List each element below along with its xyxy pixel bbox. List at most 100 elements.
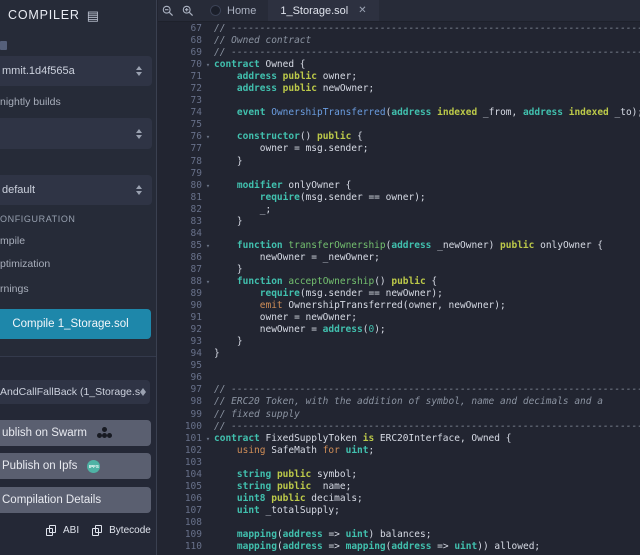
code-text: uint8 public decimals;: [214, 493, 363, 505]
code-line: 88▾ function acceptOwnership() public {: [158, 276, 640, 288]
abi-bytecode-row: ABI Bytecode: [46, 525, 151, 536]
code-line: 82 _;: [158, 204, 640, 216]
code-line: 90 emit OwnershipTransferred(owner, newO…: [158, 300, 640, 312]
fold-spacer: [202, 312, 214, 324]
fold-arrow-icon[interactable]: ▾: [202, 180, 214, 192]
code-line: 84: [158, 228, 640, 240]
code-text: newOwner = address(0);: [214, 324, 386, 336]
fold-spacer: [202, 481, 214, 493]
line-number: 67: [158, 23, 202, 35]
fold-arrow-icon[interactable]: ▾: [202, 433, 214, 445]
tab-home[interactable]: Home: [198, 0, 268, 21]
code-line: 87 }: [158, 264, 640, 276]
fold-spacer: [202, 264, 214, 276]
abi-label[interactable]: ABI: [63, 525, 79, 536]
code-text: function transferOwnership(address _newO…: [214, 240, 603, 252]
code-line: 79: [158, 168, 640, 180]
fold-spacer: [202, 445, 214, 457]
zoom-in-icon[interactable]: [178, 0, 198, 21]
line-number: 107: [158, 505, 202, 517]
contract-select-value: AndCallFallBack (1_Storage.s: [0, 386, 140, 398]
fold-spacer: [202, 119, 214, 131]
fold-spacer: [202, 517, 214, 529]
select-arrows-icon: [136, 66, 142, 76]
code-line: 96: [158, 372, 640, 384]
code-text: // -------------------------------------…: [214, 23, 640, 35]
code-area[interactable]: 67 // -----------------------------------…: [158, 23, 640, 555]
fold-arrow-icon[interactable]: ▾: [202, 59, 214, 71]
auto-compile-label[interactable]: mpile: [0, 235, 25, 247]
fold-spacer: [202, 541, 214, 553]
close-icon[interactable]: ✕: [358, 5, 366, 16]
code-text: mapping(address => uint) balances;: [214, 529, 431, 541]
code-line: 80▾ modifier onlyOwner {: [158, 180, 640, 192]
bytecode-label[interactable]: Bytecode: [109, 525, 151, 536]
hide-warnings-label[interactable]: rnings: [0, 283, 29, 295]
nightly-builds-label[interactable]: nightly builds: [0, 96, 61, 108]
code-line: 74 event OwnershipTransferred(address in…: [158, 107, 640, 119]
code-line: 89 require(msg.sender == newOwner);: [158, 288, 640, 300]
copy-bytecode-icon[interactable]: [92, 525, 102, 536]
copy-abi-icon[interactable]: [46, 525, 56, 536]
line-number: 110: [158, 541, 202, 553]
book-icon: ▤: [87, 9, 100, 22]
code-line: 83 }: [158, 216, 640, 228]
code-text: // -------------------------------------…: [214, 421, 640, 433]
line-number: 84: [158, 228, 202, 240]
code-text: }: [214, 348, 220, 360]
line-number: 81: [158, 192, 202, 204]
line-number: 74: [158, 107, 202, 119]
line-number: 101: [158, 433, 202, 445]
compilation-details-button[interactable]: Compilation Details: [0, 487, 151, 513]
fold-spacer: [202, 505, 214, 517]
fold-spacer: [202, 288, 214, 300]
fold-spacer: [202, 348, 214, 360]
line-number: 105: [158, 481, 202, 493]
line-number: 94: [158, 348, 202, 360]
line-number: 85: [158, 240, 202, 252]
code-line: 69// -----------------------------------…: [158, 47, 640, 59]
code-line: 94}: [158, 348, 640, 360]
zoom-out-icon[interactable]: [158, 0, 178, 21]
evm-version-select[interactable]: default: [0, 175, 152, 205]
fold-spacer: [202, 35, 214, 47]
fold-arrow-icon[interactable]: ▾: [202, 276, 214, 288]
publish-on-swarm-label: ublish on Swarm: [2, 427, 87, 439]
line-number: 93: [158, 336, 202, 348]
code-text: modifier onlyOwner {: [214, 180, 351, 192]
enable-optimization-label[interactable]: ptimization: [0, 258, 50, 270]
evm-version-value: default: [2, 184, 35, 196]
fold-arrow-icon[interactable]: ▾: [202, 240, 214, 252]
language-select[interactable]: [0, 118, 152, 149]
fold-spacer: [202, 252, 214, 264]
editor-tab-bar: Home 1_Storage.sol ✕: [158, 0, 640, 22]
line-number: 92: [158, 324, 202, 336]
line-number: 108: [158, 517, 202, 529]
code-line: 105 string public name;: [158, 481, 640, 493]
line-number: 83: [158, 216, 202, 228]
code-line: 99// fixed supply: [158, 409, 640, 421]
line-number: 91: [158, 312, 202, 324]
code-text: }: [214, 216, 243, 228]
line-number: 79: [158, 168, 202, 180]
code-line: 86 newOwner = _newOwner;: [158, 252, 640, 264]
compiler-version-select[interactable]: mmit.1d4f565a: [0, 56, 152, 86]
code-text: contract FixedSupplyToken is ERC20Interf…: [214, 433, 511, 445]
publish-on-swarm-button[interactable]: ublish on Swarm: [0, 420, 151, 446]
code-text: string public name;: [214, 481, 351, 493]
line-number: 86: [158, 252, 202, 264]
line-number: 75: [158, 119, 202, 131]
tab-file-storage-sol[interactable]: 1_Storage.sol ✕: [268, 0, 378, 21]
fold-spacer: [202, 324, 214, 336]
fold-spacer: [202, 204, 214, 216]
contract-select[interactable]: AndCallFallBack (1_Storage.s: [0, 380, 150, 404]
line-number: 98: [158, 396, 202, 408]
code-line: 108: [158, 517, 640, 529]
fold-arrow-icon[interactable]: ▾: [202, 131, 214, 143]
code-text: using SafeMath for uint;: [214, 445, 374, 457]
compile-button[interactable]: Compile 1_Storage.sol: [0, 309, 151, 339]
line-number: 103: [158, 457, 202, 469]
line-number: 100: [158, 421, 202, 433]
publish-on-ipfs-button[interactable]: Publish on Ipfs IPFS: [0, 453, 151, 479]
code-line: 91 owner = newOwner;: [158, 312, 640, 324]
